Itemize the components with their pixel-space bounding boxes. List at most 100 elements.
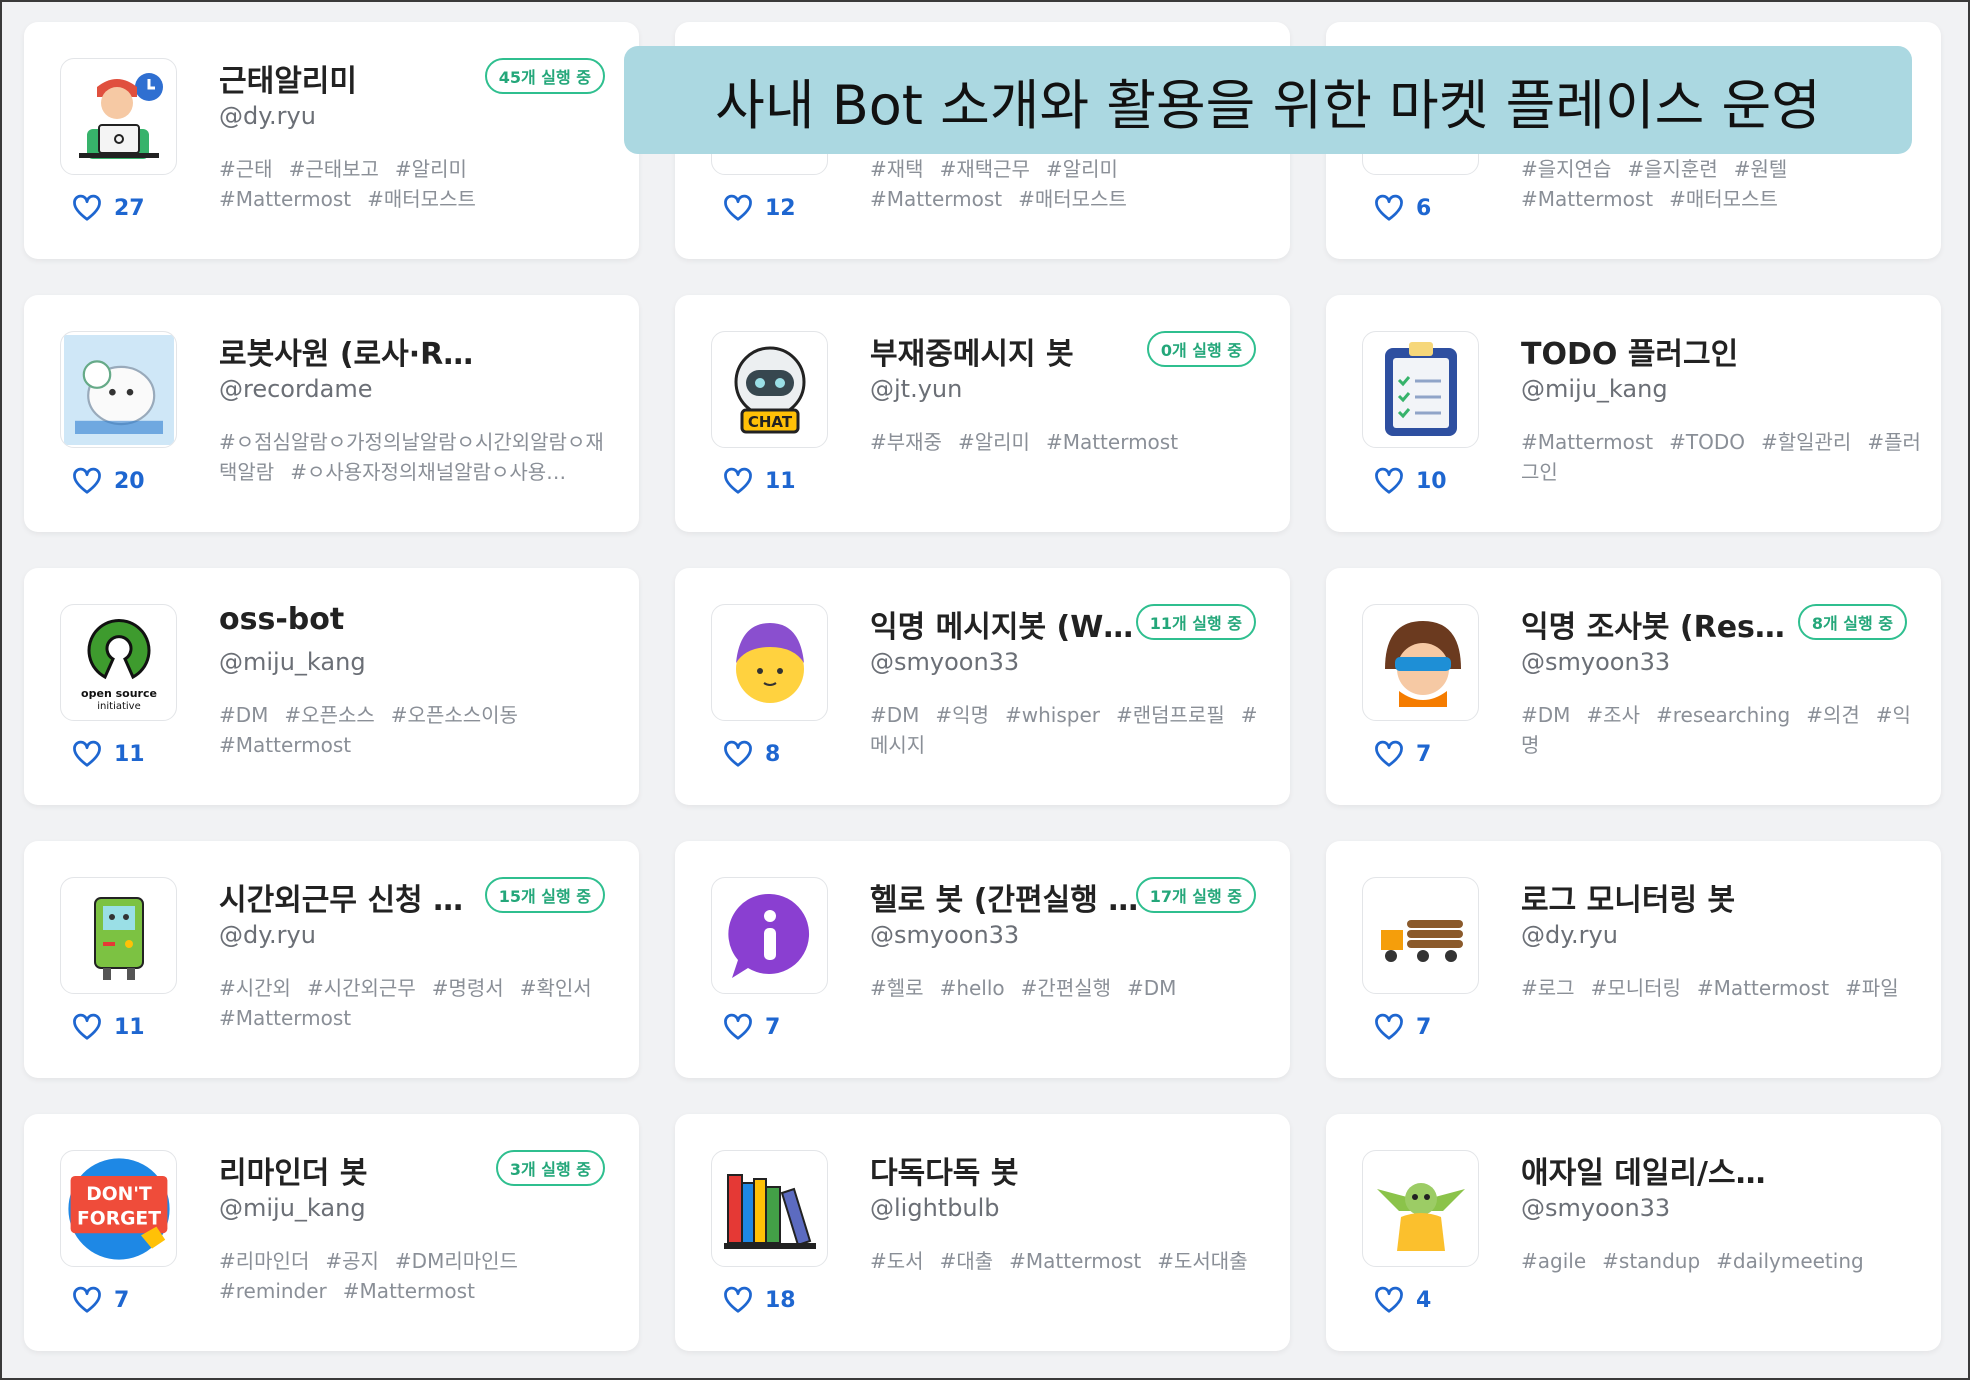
like-button[interactable]: 10 [1374,467,1447,495]
like-button[interactable]: 20 [72,467,145,495]
tag[interactable]: #근태보고 [289,157,379,181]
tag[interactable]: #DM [1127,976,1176,1000]
tag[interactable]: #근태 [219,157,273,181]
like-button[interactable]: 27 [72,194,145,222]
tag[interactable]: #Mattermost [1521,187,1653,211]
tag[interactable]: #도서 [870,1249,924,1273]
like-button[interactable]: 11 [72,740,145,768]
tag[interactable]: #researching [1656,703,1790,727]
like-button[interactable]: 11 [723,467,796,495]
tag[interactable]: #Mattermost [219,187,351,211]
tag[interactable]: #Mattermost [219,733,351,757]
tag[interactable]: #대출 [940,1249,994,1273]
bot-title[interactable]: 로그 모니터링 봇 [1521,875,1791,919]
tag[interactable]: #헬로 [870,976,924,1000]
tag[interactable]: #공지 [325,1249,379,1273]
tag[interactable]: #dailymeeting [1716,1249,1864,1273]
tag[interactable]: #로그 [1521,976,1575,1000]
tag[interactable]: #조사 [1586,703,1640,727]
like-button[interactable]: 6 [1374,194,1431,222]
like-button[interactable]: 4 [1374,1286,1431,1314]
like-button[interactable]: 11 [72,1013,145,1041]
tag[interactable]: #시간외 [219,976,291,1000]
bot-title[interactable]: 익명 조사봇 (Resea… [1521,602,1791,646]
bot-card[interactable]: 7 헬로 봇 (간편실행 … @smyoon33 17개 실행 중 #헬로 #hello #… [675,841,1290,1078]
bot-card[interactable]: CHAT 11 부재중메시지 봇 @jt.yun 0개 실행 중 #부재중 #알리미 #Mat… [675,295,1290,532]
tag[interactable]: #매터모스트 [1669,187,1778,211]
bot-title[interactable]: 애자일 데일리/스탠드업 미팅… [1521,1148,1791,1192]
tag[interactable]: #확인서 [520,976,592,1000]
tag[interactable]: #시간외근무 [307,976,416,1000]
tag[interactable]: #알리미 [1046,157,1118,181]
tag[interactable]: #도서대출 [1157,1249,1247,1273]
tag[interactable]: #할일관리 [1761,430,1851,454]
bot-title[interactable]: 리마인더 봇 [219,1148,489,1192]
tag[interactable]: #reminder [219,1279,327,1303]
tag[interactable]: #의견 [1806,703,1860,727]
tag[interactable]: #매터모스트 [1018,187,1127,211]
bot-title[interactable]: 시간외근무 신청 알… [219,875,489,919]
tag[interactable]: #오픈소스이동 [391,703,518,727]
bot-card[interactable]: open source initiative 11 oss-bot @miju_kan… [24,568,639,805]
tag[interactable]: #DM리마인드 [395,1249,518,1273]
tag[interactable]: #Mattermost [343,1279,475,1303]
bot-title[interactable]: 로봇사원 (로사·ROSA) [219,329,489,373]
bot-title[interactable]: 다독다독 봇 [870,1148,1140,1192]
tag[interactable]: #모니터링 [1591,976,1681,1000]
tag[interactable]: #리마인더 [219,1249,309,1273]
tag[interactable]: #DM [870,703,919,727]
tag[interactable]: #을지훈련 [1627,157,1717,181]
like-button[interactable]: 7 [1374,1013,1431,1041]
like-button[interactable]: 7 [1374,740,1431,768]
bot-title[interactable]: oss-bot [219,602,489,637]
tag[interactable]: #부재중 [870,430,942,454]
bot-title[interactable]: 근태알리미 [219,56,489,100]
tag[interactable]: #재택 [870,157,924,181]
tag[interactable]: #whisper [1005,703,1100,727]
tag[interactable]: #명령서 [432,976,504,1000]
tag[interactable]: #Mattermost [1697,976,1829,1000]
like-button[interactable]: 7 [723,1013,780,1041]
like-button[interactable]: 18 [723,1286,796,1314]
tag[interactable]: #을지연습 [1521,157,1611,181]
tag[interactable]: #랜덤프로필 [1116,703,1225,727]
tag[interactable]: #Mattermost [870,187,1002,211]
bot-title[interactable]: 헬로 봇 (간편실행 … [870,875,1140,919]
tag[interactable]: #Mattermost [1521,430,1653,454]
tag[interactable]: #알리미 [395,157,467,181]
bot-card[interactable]: DON'T FORGET 7 리마인더 봇 @miju_kang 3개 실행 중 #리마… [24,1114,639,1351]
tag[interactable]: #agile [1521,1249,1586,1273]
tag[interactable]: #hello [940,976,1005,1000]
tag[interactable]: #TODO [1669,430,1745,454]
like-button[interactable]: 12 [723,194,796,222]
tag[interactable]: #간편실행 [1021,976,1111,1000]
tag[interactable]: #매터모스트 [367,187,476,211]
tag[interactable]: #오픈소스 [284,703,374,727]
tag[interactable]: #DM [219,703,268,727]
bot-title[interactable]: 익명 메시지봇 (Wh… [870,602,1140,646]
like-button[interactable]: 8 [723,740,780,768]
tag[interactable]: #파일 [1845,976,1899,1000]
tag[interactable]: #Mattermost [219,1006,351,1030]
tag[interactable]: #재택근무 [940,157,1030,181]
like-button[interactable]: 7 [72,1286,129,1314]
bot-title[interactable]: TODO 플러그인 [1521,329,1791,373]
bot-card[interactable]: 7 로그 모니터링 봇 @dy.ryu #로그 #모니터링 #Mattermost #파일 [1326,841,1941,1078]
bot-card[interactable]: 18 다독다독 봇 @lightbulb #도서 #대출 #Mattermost #도서대출 [675,1114,1290,1351]
tag[interactable]: #standup [1602,1249,1700,1273]
tag[interactable]: #DM [1521,703,1570,727]
bot-card[interactable]: 4 애자일 데일리/스탠드업 미팅…@smyoon33 #agile #standup… [1326,1114,1941,1351]
tag[interactable]: #알리미 [958,430,1030,454]
tag[interactable]: #원텔 [1734,157,1788,181]
bot-card[interactable]: 7 익명 조사봇 (Resea…@smyoon33 8개 실행 중 #DM #조사 #re… [1326,568,1941,805]
bot-title[interactable]: 부재중메시지 봇 [870,329,1140,373]
bot-card[interactable]: 11 시간외근무 신청 알… @dy.ryu 15개 실행 중 #시간외 #시간외근무 #명… [24,841,639,1078]
bot-card[interactable]: 10 TODO 플러그인 @miju_kang #Mattermost #TODO #할일… [1326,295,1941,532]
bot-card[interactable]: 8 익명 메시지봇 (Wh… @smyoon33 11개 실행 중 #DM #익명 #whi… [675,568,1290,805]
tag[interactable]: #Mattermost [1046,430,1178,454]
bot-card[interactable]: 27 근태알리미 @dy.ryu 45개 실행 중 #근태 #근태보고 #알리미 #Matte… [24,22,639,259]
tag[interactable]: #익명 [935,703,989,727]
bot-card[interactable]: 20 로봇사원 (로사·ROSA)@recordame #ㅇ점심알람ㅇ가정의날알람ㅇ… [24,295,639,532]
tag[interactable]: #Mattermost [1009,1249,1141,1273]
tag[interactable]: #ㅇ사용자정의채널알람ㅇ사용… [290,460,566,484]
